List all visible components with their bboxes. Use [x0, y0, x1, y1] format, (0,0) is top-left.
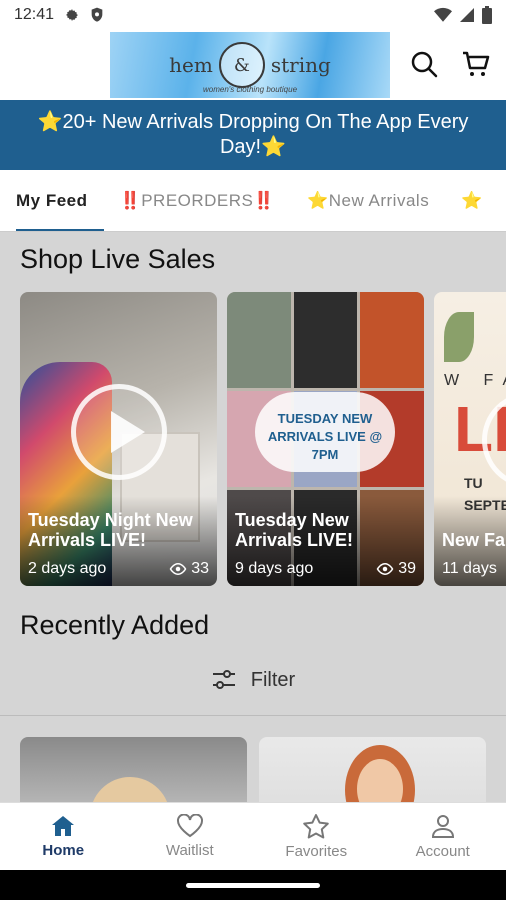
tab-more[interactable]: ⭐: [445, 170, 499, 231]
video-meta: 11 days: [442, 560, 506, 578]
signal-icon: [460, 8, 474, 22]
person-icon: [431, 815, 454, 838]
logo-text-right: string: [270, 53, 331, 77]
home-icon: [52, 816, 75, 836]
filter-label: Filter: [250, 668, 296, 691]
nav-waitlist[interactable]: Waitlist: [127, 803, 254, 870]
cart-icon[interactable]: [460, 48, 492, 80]
view-count: 39: [398, 560, 416, 577]
video-title: New Fa LIVE!: [442, 530, 506, 550]
system-nav-bar: [0, 870, 506, 900]
wifi-icon: [434, 7, 452, 22]
product-card[interactable]: [259, 737, 486, 802]
video-meta: 9 days ago 39: [235, 560, 416, 578]
star-icon: [303, 814, 330, 839]
home-gesture-pill[interactable]: [186, 883, 320, 888]
announcement-banner[interactable]: ⭐20+ New Arrivals Dropping On The App Ev…: [0, 100, 506, 170]
product-image: [90, 777, 170, 802]
eye-icon: [376, 562, 394, 576]
video-card[interactable]: TUESDAY NEW ARRIVALS LIVE @ 7PM Tuesday …: [227, 292, 424, 586]
tab-new-arrivals[interactable]: ⭐New Arrivals: [291, 170, 445, 231]
banner-text: ⭐20+ New Arrivals Dropping On The App Ev…: [37, 111, 469, 158]
nav-account-label: Account: [415, 843, 470, 860]
main-content[interactable]: Shop Live Sales Tuesday Night New Arriva…: [0, 232, 506, 802]
nav-home[interactable]: Home: [0, 803, 127, 870]
video-meta: 2 days ago 33: [28, 560, 209, 578]
logo-text-mid: &: [233, 54, 250, 76]
eye-icon: [169, 562, 187, 576]
settings-icon: [66, 9, 79, 21]
thumbnail-caption: W FA: [444, 372, 506, 389]
view-count: 33: [191, 560, 209, 577]
heart-icon: [176, 814, 203, 838]
video-views: 39: [376, 560, 416, 578]
status-time: 12:41: [14, 6, 55, 23]
video-title: Tuesday Night New Arrivals LIVE!: [28, 510, 193, 550]
sliders-icon: [212, 670, 235, 689]
shield-icon: [91, 7, 103, 22]
section-divider: [0, 715, 506, 716]
play-icon[interactable]: [70, 384, 167, 480]
nav-favorites[interactable]: Favorites: [253, 803, 380, 870]
product-card[interactable]: [20, 737, 247, 802]
video-card[interactable]: Tuesday Night New Arrivals LIVE! 2 days …: [20, 292, 217, 586]
thumbnail-leaf: [444, 312, 474, 362]
logo-emblem: &: [218, 42, 265, 88]
tab-preorders[interactable]: ‼️PREORDERS‼️: [104, 170, 292, 231]
recently-added-title: Recently Added: [20, 610, 210, 640]
video-age: 11 days: [442, 560, 497, 577]
tab-my-feed[interactable]: My Feed: [0, 170, 104, 231]
live-sales-title: Shop Live Sales: [20, 244, 216, 274]
thumbnail-caption: TUESDAY NEW ARRIVALS LIVE @ 7PM: [255, 392, 395, 472]
video-age: 2 days ago: [28, 560, 107, 577]
video-age: 9 days ago: [235, 560, 314, 577]
nav-favorites-label: Favorites: [285, 843, 348, 860]
status-bar: 12:41: [0, 0, 506, 30]
video-card[interactable]: W FA LI TU SEPTE New Fa LIVE! 11 days: [434, 292, 506, 586]
nav-account[interactable]: Account: [380, 803, 506, 870]
video-title: Tuesday New Arrivals LIVE!: [235, 510, 354, 550]
filter-button[interactable]: Filter: [0, 662, 506, 698]
feed-tabs: My Feed ‼️PREORDERS‼️ ⭐New Arrivals ⭐: [0, 170, 506, 232]
logo-text-left: hem: [169, 53, 213, 77]
bottom-nav: Home Waitlist Favorites Account: [0, 802, 506, 870]
battery-icon: [482, 6, 492, 24]
search-icon[interactable]: [408, 48, 440, 80]
nav-waitlist-label: Waitlist: [165, 842, 214, 859]
product-grid: [20, 737, 486, 802]
brand-logo: hem & string women's clothing boutique: [110, 32, 390, 98]
video-views: 33: [169, 560, 209, 578]
app-header: hem & string women's clothing boutique: [0, 30, 506, 100]
nav-home-label: Home: [42, 842, 85, 859]
logo-tagline: women's clothing boutique: [202, 85, 298, 94]
live-sales-carousel[interactable]: Tuesday Night New Arrivals LIVE! 2 days …: [20, 292, 506, 586]
